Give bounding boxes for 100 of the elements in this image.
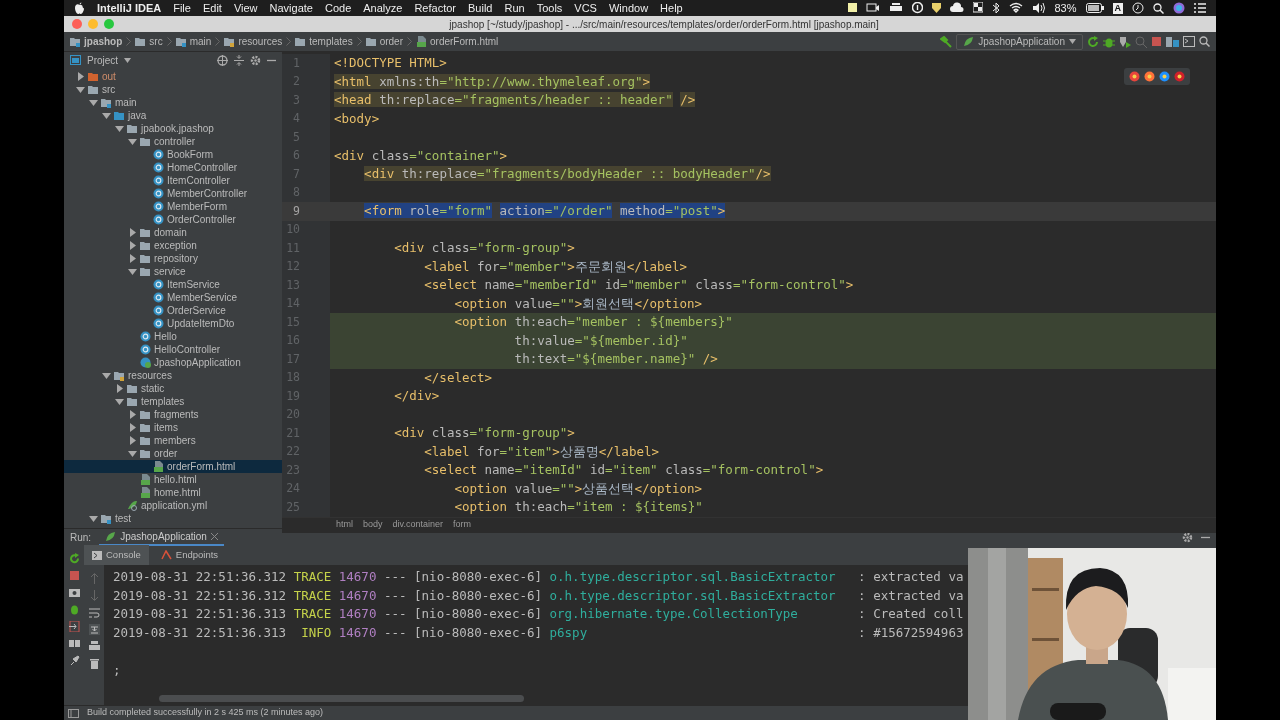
rerun-icon[interactable]	[1087, 35, 1099, 48]
settings-icon[interactable]	[250, 54, 261, 66]
tree-item[interactable]: UpdateItemDto	[64, 317, 282, 330]
terminal-icon[interactable]	[1183, 36, 1195, 47]
tree-item[interactable]: hello.html	[64, 473, 282, 486]
stop-icon[interactable]	[68, 570, 80, 581]
pin-icon[interactable]	[68, 655, 80, 666]
exit-icon[interactable]	[68, 621, 80, 632]
tree-item[interactable]: MemberController	[64, 187, 282, 200]
info-icon[interactable]	[912, 2, 924, 14]
volume-icon[interactable]	[1032, 2, 1046, 14]
tree-item[interactable]: orderForm.html	[64, 460, 282, 473]
caret-icon[interactable]	[124, 57, 132, 63]
browser-icon[interactable]	[1144, 71, 1155, 82]
drive-icon[interactable]	[889, 2, 904, 14]
clock-icon[interactable]	[1132, 2, 1144, 14]
menu-item[interactable]: Refactor	[414, 0, 456, 17]
menu-item[interactable]: Tools	[536, 0, 563, 17]
bug-icon[interactable]	[68, 604, 80, 615]
horizontal-scrollbar[interactable]	[159, 695, 524, 702]
tree-item[interactable]: HelloController	[64, 343, 282, 356]
browser-icon[interactable]	[1174, 71, 1185, 82]
video-camera-icon[interactable]	[866, 2, 881, 14]
tag-breadcrumb[interactable]: form	[452, 518, 471, 532]
print-icon[interactable]	[88, 641, 100, 652]
menu-item[interactable]: Navigate	[269, 0, 313, 17]
soft-wrap-icon[interactable]	[88, 607, 100, 618]
tree-item[interactable]: OrderService	[64, 304, 282, 317]
tree-item[interactable]: Hello	[64, 330, 282, 343]
hammer-icon[interactable]	[940, 35, 953, 48]
tree-item[interactable]: order	[64, 447, 282, 460]
breadcrumb-item[interactable]: src	[149, 34, 163, 49]
scroll-to-end-icon[interactable]	[88, 624, 100, 635]
menu-item[interactable]: View	[233, 0, 258, 17]
tree-item[interactable]: MemberService	[64, 291, 282, 304]
tool-windows-icon[interactable]	[68, 708, 79, 718]
menu-item[interactable]: Analyze	[363, 0, 403, 17]
camera-icon[interactable]	[68, 587, 80, 598]
tree-item[interactable]: jpabook.jpashop	[64, 122, 282, 135]
tree-item[interactable]: domain	[64, 226, 282, 239]
tree-item[interactable]: service	[64, 265, 282, 278]
browser-icon[interactable]	[1129, 71, 1140, 82]
bluetooth-icon[interactable]	[992, 2, 1001, 14]
run-configuration-dropdown[interactable]: JpashopApplication	[956, 33, 1083, 50]
menu-item[interactable]: VCS	[574, 0, 597, 17]
breadcrumb-item[interactable]: orderForm.html	[430, 34, 499, 49]
tree-item[interactable]: home.html	[64, 486, 282, 499]
tree-item[interactable]: ItemController	[64, 174, 282, 187]
tree-item[interactable]: templates	[64, 395, 282, 408]
wifi-icon[interactable]	[1009, 2, 1024, 14]
tag-breadcrumb[interactable]: div.container	[392, 518, 443, 532]
tree-item[interactable]: application.yml	[64, 499, 282, 512]
tree-item[interactable]: main	[64, 96, 282, 109]
breadcrumb-item[interactable]: resources	[238, 34, 283, 49]
menu-item[interactable]: Code	[324, 0, 352, 17]
grid-icon[interactable]	[973, 2, 984, 14]
coverage-icon[interactable]	[1119, 35, 1131, 48]
tree-item[interactable]: out	[64, 70, 282, 83]
apple-icon[interactable]	[74, 2, 85, 14]
menu-item[interactable]: Build	[468, 0, 493, 17]
input-source[interactable]: A	[1112, 2, 1123, 14]
tree-item[interactable]: static	[64, 382, 282, 395]
cloud-upload-icon[interactable]	[950, 2, 965, 14]
settings-icon[interactable]	[1182, 531, 1193, 543]
tree-item[interactable]: resources	[64, 369, 282, 382]
tree-item[interactable]: OrderController	[64, 213, 282, 226]
project-structure-icon[interactable]	[1166, 35, 1179, 48]
menu-item[interactable]: Edit	[202, 0, 222, 17]
tree-item[interactable]: MemberForm	[64, 200, 282, 213]
tree-item[interactable]: BookForm	[64, 148, 282, 161]
rerun-icon[interactable]	[68, 553, 80, 564]
project-view-dropdown[interactable]: Project	[87, 52, 119, 68]
locate-icon[interactable]	[217, 54, 228, 66]
battery-icon[interactable]	[1085, 3, 1104, 13]
tag-breadcrumb[interactable]: html	[336, 518, 353, 532]
console-tab[interactable]: Console	[84, 545, 149, 565]
app-menu[interactable]: IntelliJ IDEA	[97, 0, 162, 17]
breadcrumb-item[interactable]: jpashop	[84, 34, 123, 49]
menu-item[interactable]: Window	[608, 0, 649, 17]
tree-item[interactable]: ItemService	[64, 278, 282, 291]
collapse-icon[interactable]	[234, 54, 244, 66]
tree-item[interactable]: HomeController	[64, 161, 282, 174]
tree-item[interactable]: JpashopApplication	[64, 356, 282, 369]
siri-icon[interactable]	[1173, 2, 1185, 14]
tree-item[interactable]: fragments	[64, 408, 282, 421]
tree-item[interactable]: src	[64, 83, 282, 96]
tree-item[interactable]: repository	[64, 252, 282, 265]
tag-breadcrumb[interactable]: body	[363, 518, 383, 532]
tree-item[interactable]: java	[64, 109, 282, 122]
browser-icon[interactable]	[1159, 71, 1170, 82]
tree-item[interactable]: exception	[64, 239, 282, 252]
trash-icon[interactable]	[88, 658, 100, 669]
menu-item[interactable]: File	[173, 0, 191, 17]
tree-item[interactable]: controller	[64, 135, 282, 148]
breadcrumb-item[interactable]: order	[379, 34, 403, 49]
breadcrumb-item[interactable]: templates	[309, 34, 353, 49]
search-icon[interactable]	[1153, 2, 1164, 14]
tree-item[interactable]: items	[64, 421, 282, 434]
layout-icon[interactable]	[68, 638, 80, 649]
list-icon[interactable]	[1194, 3, 1206, 13]
